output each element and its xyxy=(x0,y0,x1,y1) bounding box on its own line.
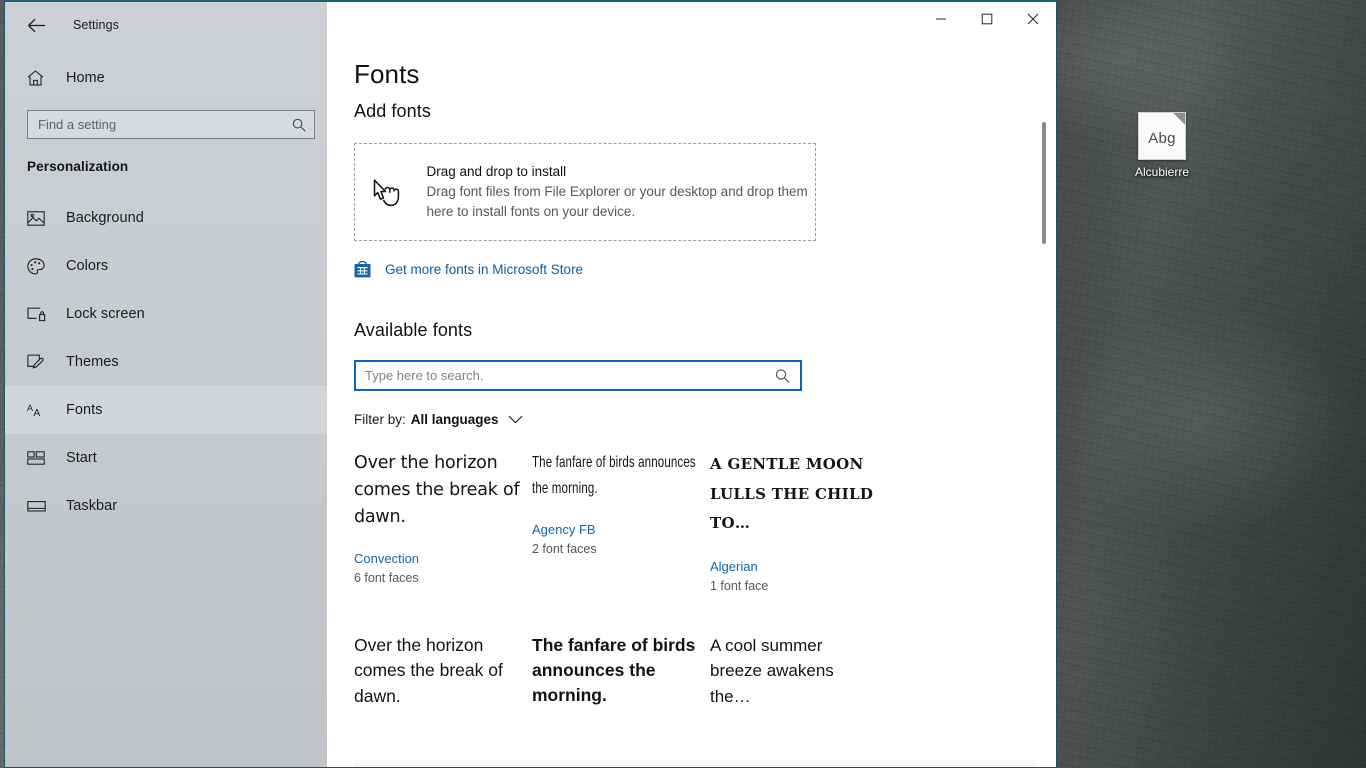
sidebar-item-taskbar-label: Taskbar xyxy=(66,498,118,514)
chevron-down-icon[interactable] xyxy=(508,415,523,424)
store-link-row[interactable]: Get more fonts in Microsoft Store xyxy=(354,261,1056,278)
sidebar-item-fonts-label: Fonts xyxy=(66,402,103,418)
store-link-label[interactable]: Get more fonts in Microsoft Store xyxy=(385,262,583,277)
font-preview-text: A cool summer breeze awakens the… xyxy=(710,635,834,706)
find-a-setting-box[interactable] xyxy=(27,110,315,139)
font-aa-icon: A A xyxy=(27,402,51,418)
dropzone-title: Drag and drop to install xyxy=(426,163,567,179)
font-tile[interactable]: A gentle moon lulls the child to… Algeri… xyxy=(710,450,888,596)
sidebar-item-lock-screen[interactable]: Lock screen xyxy=(5,290,327,338)
sidebar-item-taskbar[interactable]: Taskbar xyxy=(5,482,327,530)
search-icon[interactable] xyxy=(775,368,790,383)
sidebar-item-start-label: Start xyxy=(66,450,97,466)
font-file-sample-text: Abg xyxy=(1148,129,1176,147)
filter-by-control[interactable]: Filter by: All languages xyxy=(354,412,1056,427)
back-arrow-icon[interactable] xyxy=(19,10,53,40)
font-name-label[interactable]: Convection xyxy=(354,549,520,568)
settings-window: Settings Home Personalization xyxy=(4,0,1057,768)
dropzone-text-block: Drag and drop to install Drag font files… xyxy=(427,162,815,223)
available-fonts-grid: Over the horizon comes the break of dawn… xyxy=(354,450,954,764)
image-icon xyxy=(27,210,51,226)
font-tile[interactable]: The fanfare of birds announces the morni… xyxy=(532,633,710,728)
font-file-icon: Abg xyxy=(1138,112,1186,160)
sidebar-item-lock-screen-label: Lock screen xyxy=(66,306,145,322)
brush-icon xyxy=(27,354,51,370)
lock-screen-icon xyxy=(27,307,51,322)
font-search-box[interactable] xyxy=(354,360,802,391)
filter-by-label: Filter by: xyxy=(354,412,406,427)
font-tile[interactable]: Over the horizon comes the break of dawn… xyxy=(354,450,532,596)
font-preview-text: The fanfare of birds announces the morni… xyxy=(532,454,696,497)
sidebar-item-background[interactable]: Background xyxy=(5,194,327,242)
font-dropzone[interactable]: Drag and drop to install Drag font files… xyxy=(354,143,816,241)
content-scroll-area: Fonts Add fonts Drag and drop to install… xyxy=(327,2,1056,767)
svg-text:A: A xyxy=(27,403,33,413)
svg-text:A: A xyxy=(34,408,41,418)
font-faces-count: 1 font face xyxy=(710,578,769,593)
add-fonts-heading: Add fonts xyxy=(354,101,431,121)
sidebar-item-colors[interactable]: Colors xyxy=(5,242,327,290)
sidebar-nav-list: Background Colors Lock screen Themes A A… xyxy=(5,194,327,530)
font-faces-count: 6 font faces xyxy=(354,571,419,585)
font-preview-text: Over the horizon comes the break of dawn… xyxy=(354,634,503,706)
sidebar-category-title: Personalization xyxy=(27,159,129,174)
filter-by-value[interactable]: All languages xyxy=(411,412,499,427)
find-a-setting-input[interactable] xyxy=(28,111,314,138)
font-tile[interactable]: The fanfare of birds announces the morni… xyxy=(532,450,710,596)
microsoft-store-icon xyxy=(354,261,376,278)
available-fonts-heading: Available fonts xyxy=(354,320,473,340)
start-tiles-icon xyxy=(27,451,51,465)
settings-sidebar: Settings Home Personalization xyxy=(5,2,327,767)
page-title: Fonts xyxy=(354,59,420,89)
sidebar-item-colors-label: Colors xyxy=(66,258,109,274)
font-preview-text: Over the horizon comes the break of dawn… xyxy=(354,453,520,527)
font-tile[interactable]: A cool summer breeze awakens the… xyxy=(710,633,888,728)
window-title: Settings xyxy=(73,18,119,32)
dropzone-subtitle: Drag font files from File Explorer or yo… xyxy=(426,183,808,220)
sidebar-item-themes[interactable]: Themes xyxy=(5,338,327,386)
drag-hand-icon xyxy=(371,176,423,208)
sidebar-item-home[interactable]: Home xyxy=(5,59,327,97)
sidebar-item-background-label: Background xyxy=(66,210,144,226)
font-name-label[interactable]: Algerian xyxy=(710,557,876,576)
desktop-icon-alcubierre[interactable]: Abg Alcubierre xyxy=(1118,112,1206,179)
settings-content-pane: Fonts Add fonts Drag and drop to install… xyxy=(327,2,1056,767)
font-preview-text: A gentle moon lulls the child to… xyxy=(710,455,874,532)
font-faces-count: 2 font faces xyxy=(532,542,597,556)
search-icon[interactable] xyxy=(292,118,306,132)
sidebar-item-fonts[interactable]: A A Fonts xyxy=(5,386,327,434)
home-icon xyxy=(27,70,55,86)
content-scrollbar[interactable] xyxy=(1038,2,1050,767)
taskbar-icon xyxy=(27,500,51,513)
desktop-icon-label: Alcubierre xyxy=(1134,165,1190,179)
palette-icon xyxy=(27,257,51,275)
window-titlebar-left: Settings xyxy=(5,2,327,48)
font-preview-text: The fanfare of birds announces the morni… xyxy=(532,634,696,705)
sidebar-item-home-label: Home xyxy=(66,70,105,86)
font-name-label[interactable]: Agency FB xyxy=(532,520,698,539)
sidebar-item-start[interactable]: Start xyxy=(5,434,327,482)
font-search-input[interactable] xyxy=(356,362,800,389)
font-tile[interactable]: Over the horizon comes the break of dawn… xyxy=(354,633,532,728)
content-scrollbar-thumb[interactable] xyxy=(1042,122,1046,244)
sidebar-item-themes-label: Themes xyxy=(66,354,119,370)
